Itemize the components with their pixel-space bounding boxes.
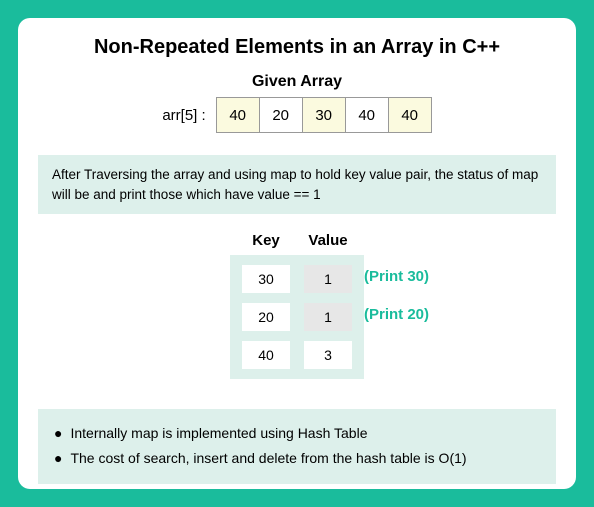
map-key-cell: 30 <box>242 265 290 293</box>
map-value-cell: 3 <box>304 341 352 369</box>
arr-label: arr[5] : <box>162 107 205 124</box>
note-line: ● The cost of search, insert and delete … <box>54 446 540 471</box>
map-key-cell: 20 <box>242 303 290 331</box>
array-row: arr[5] : 40 20 30 40 40 <box>38 97 556 133</box>
map-inner: Key Value 30 1 (Print 30) 20 1 (Print 20… <box>220 232 374 389</box>
bullet-icon: ● <box>54 446 62 471</box>
explain-box: After Traversing the array and using map… <box>38 155 556 214</box>
array-cell: 20 <box>259 97 303 133</box>
map-value-cell: 1 <box>304 265 352 293</box>
note-line: ● Internally map is implemented using Ha… <box>54 421 540 446</box>
array-cell: 40 <box>345 97 389 133</box>
given-array-label: Given Array <box>38 73 556 91</box>
map-key-cell: 40 <box>242 341 290 369</box>
key-header: Key <box>242 232 290 249</box>
value-header: Value <box>304 232 352 249</box>
map-body: 30 1 (Print 30) 20 1 (Print 20) 40 3 <box>230 255 364 379</box>
array-cell: 30 <box>302 97 346 133</box>
card: Non-Repeated Elements in an Array in C++… <box>18 18 576 489</box>
print-label: (Print 30) <box>364 268 429 285</box>
map-row: 40 3 <box>242 341 352 369</box>
map-row: 20 1 (Print 20) <box>242 303 352 331</box>
map-value-cell: 1 <box>304 303 352 331</box>
notes-box: ● Internally map is implemented using Ha… <box>38 409 556 483</box>
page-title: Non-Repeated Elements in an Array in C++ <box>38 36 556 59</box>
array-cell: 40 <box>388 97 432 133</box>
map-headers: Key Value <box>230 232 364 249</box>
bullet-icon: ● <box>54 421 62 446</box>
note-text: Internally map is implemented using Hash… <box>70 421 367 446</box>
array-cells: 40 20 30 40 40 <box>216 97 432 133</box>
note-text: The cost of search, insert and delete fr… <box>70 446 466 471</box>
map-row: 30 1 (Print 30) <box>242 265 352 293</box>
array-cell: 40 <box>216 97 260 133</box>
print-label: (Print 20) <box>364 306 429 323</box>
map-area: Key Value 30 1 (Print 30) 20 1 (Print 20… <box>38 232 556 389</box>
